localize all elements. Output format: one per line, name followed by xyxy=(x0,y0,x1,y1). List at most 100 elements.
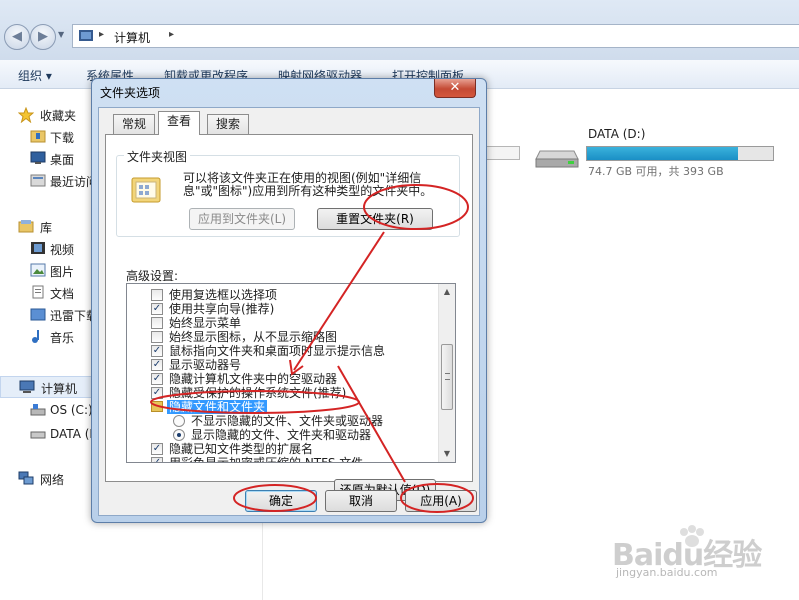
advanced-setting-label: 用彩色显示加密或压缩的 NTFS 文件 xyxy=(169,456,364,463)
back-button[interactable]: ◀ xyxy=(4,24,30,50)
nav-favorites[interactable]: 收藏夹 xyxy=(0,104,96,126)
address-bar[interactable]: ▸ 计算机 ▸ xyxy=(72,24,799,48)
advanced-setting-label: 始终显示菜单 xyxy=(169,316,242,330)
drive-c-capacity-bar xyxy=(486,146,520,160)
checkbox-unchecked[interactable] xyxy=(151,331,163,343)
nav-label: 网络 xyxy=(40,473,65,487)
nav-thunder-downloads[interactable]: 迅雷下载 xyxy=(0,304,98,326)
nav-label: 桌面 xyxy=(50,153,75,167)
library-icon xyxy=(18,219,34,233)
watermark-url: jingyan.baidu.com xyxy=(616,566,718,579)
nav-label: 文档 xyxy=(50,287,75,301)
checkbox-checked[interactable]: ✓ xyxy=(151,303,163,315)
documents-icon xyxy=(30,285,46,299)
apply-button[interactable]: 应用(A) xyxy=(405,490,477,512)
checkbox-checked[interactable]: ✓ xyxy=(151,359,163,371)
advanced-setting-radio[interactable]: 显示隐藏的文件、文件夹和驱动器 xyxy=(127,428,439,442)
advanced-setting-label: 隐藏受保护的操作系统文件(推荐) xyxy=(169,386,347,400)
system-drive-icon xyxy=(30,403,46,417)
nav-drive-d[interactable]: DATA (D:) xyxy=(0,424,107,446)
advanced-settings-label: 高级设置: xyxy=(126,269,179,283)
drive-label[interactable]: DATA (D:) xyxy=(588,127,645,141)
apply-to-folders-button[interactable]: 应用到文件夹(L) xyxy=(189,208,295,230)
radio-selected[interactable] xyxy=(173,429,185,441)
download-folder-icon xyxy=(30,129,46,143)
chevron-right-icon[interactable]: ▸ xyxy=(169,29,174,40)
forward-button[interactable]: ▶ xyxy=(30,24,56,50)
chevron-right-icon[interactable]: ▸ xyxy=(99,29,104,40)
checkbox-unchecked[interactable] xyxy=(151,317,163,329)
advanced-setting-checkbox[interactable]: ✓ 隐藏已知文件类型的扩展名 xyxy=(127,442,439,456)
advanced-setting-radio[interactable]: 不显示隐藏的文件、文件夹或驱动器 xyxy=(127,414,439,428)
advanced-setting-checkbox[interactable]: 始终显示菜单 xyxy=(127,316,439,330)
scroll-up-icon[interactable]: ▲ xyxy=(439,284,455,300)
folder-view-icon xyxy=(131,174,161,204)
hard-drive-icon[interactable] xyxy=(534,143,580,169)
divider xyxy=(262,520,263,600)
tab-view[interactable]: 查看 xyxy=(158,111,201,135)
star-icon xyxy=(17,106,35,124)
nav-music[interactable]: 音乐 xyxy=(0,326,96,348)
advanced-setting-checkbox[interactable]: ✓ 使用共享向导(推荐) xyxy=(127,302,439,316)
scroll-down-icon[interactable]: ▼ xyxy=(439,446,455,462)
nav-label: OS (C:) xyxy=(50,403,93,417)
checkbox-checked[interactable]: ✓ xyxy=(151,387,163,399)
advanced-setting-label: 不显示隐藏的文件、文件夹或驱动器 xyxy=(191,414,384,428)
checkbox-checked[interactable]: ✓ xyxy=(151,443,163,455)
cancel-button[interactable]: 取消 xyxy=(325,490,397,512)
desktop-icon xyxy=(30,151,46,165)
close-button[interactable]: ✕ xyxy=(434,79,476,98)
advanced-setting-label: 隐藏已知文件类型的扩展名 xyxy=(169,442,314,456)
organize-menu[interactable]: 组织 ▾ xyxy=(18,67,52,84)
hard-drive-icon xyxy=(30,427,46,441)
nav-label: 下载 xyxy=(50,131,75,145)
advanced-setting-checkbox[interactable]: ✓ 用彩色显示加密或压缩的 NTFS 文件 xyxy=(127,456,439,463)
advanced-setting-checkbox[interactable]: ✓ 隐藏计算机文件夹中的空驱动器 xyxy=(127,372,439,386)
history-dropdown-icon[interactable]: ▼ xyxy=(58,30,64,39)
nav-computer[interactable]: 计算机 xyxy=(0,376,96,398)
nav-pictures[interactable]: 图片 xyxy=(0,260,96,282)
tab-search[interactable]: 搜索 xyxy=(207,114,250,134)
advanced-setting-label: 始终显示图标，从不显示缩略图 xyxy=(169,330,338,344)
nav-recent[interactable]: 最近访问 xyxy=(0,170,98,192)
folder-view-description: 可以将该文件夹正在使用的视图(例如"详细信息"或"图标")应用到所有这种类型的文… xyxy=(183,171,433,198)
nav-videos[interactable]: 视频 xyxy=(0,238,96,260)
breadcrumb[interactable]: 计算机 xyxy=(114,29,150,46)
nav-label: 图片 xyxy=(50,265,75,279)
advanced-setting-label: 隐藏计算机文件夹中的空驱动器 xyxy=(169,372,338,386)
reset-folders-button[interactable]: 重置文件夹(R) xyxy=(317,208,433,230)
scrollbar-thumb[interactable] xyxy=(441,344,453,410)
advanced-setting-checkbox[interactable]: 始终显示图标，从不显示缩略图 xyxy=(127,330,439,344)
nav-label: 音乐 xyxy=(50,331,75,345)
checkbox-checked[interactable]: ✓ xyxy=(151,345,163,357)
advanced-setting-label: 显示隐藏的文件、文件夹和驱动器 xyxy=(191,428,372,442)
checkbox-checked[interactable]: ✓ xyxy=(151,457,163,462)
advanced-settings-list[interactable]: 使用复选框以选择项 ✓ 使用共享向导(推荐) 始终显示菜单 始终显示图标，从不显示缩略图… xyxy=(126,283,456,463)
radio-unselected[interactable] xyxy=(173,415,185,427)
pictures-icon xyxy=(30,263,46,277)
folder-icon xyxy=(151,401,163,412)
advanced-setting-checkbox[interactable]: 使用复选框以选择项 xyxy=(127,288,439,302)
scrollbar[interactable]: ▲ ▼ xyxy=(438,284,455,462)
folder-view-caption: 文件夹视图 xyxy=(124,148,191,165)
nav-network[interactable]: 网络 xyxy=(0,468,96,490)
nav-desktop[interactable]: 桌面 xyxy=(0,148,96,170)
advanced-setting-checkbox[interactable]: ✓ 隐藏受保护的操作系统文件(推荐) xyxy=(127,386,439,400)
nav-drive-c[interactable]: OS (C:) xyxy=(0,400,96,422)
drive-capacity-fill xyxy=(587,147,738,160)
advanced-setting-checkbox[interactable]: ✓ 鼠标指向文件夹和桌面项时显示提示信息 xyxy=(127,344,439,358)
tab-general[interactable]: 常规 xyxy=(113,114,156,134)
nav-documents[interactable]: 文档 xyxy=(0,282,96,304)
ok-button[interactable]: 确定 xyxy=(245,490,317,512)
dialog-body: 常规 查看 搜索 可以将该文件夹正在使用的视图(例如"详细信息"或"图标")应用… xyxy=(98,107,480,516)
checkbox-unchecked[interactable] xyxy=(151,289,163,301)
nav-label: 视频 xyxy=(50,243,75,257)
nav-downloads[interactable]: 下载 xyxy=(0,126,96,148)
music-icon xyxy=(30,329,46,343)
folder-view-group: 可以将该文件夹正在使用的视图(例如"详细信息"或"图标")应用到所有这种类型的文… xyxy=(116,155,460,237)
nav-libraries[interactable]: 库 xyxy=(0,216,96,238)
advanced-setting-checkbox[interactable]: ✓ 显示驱动器号 xyxy=(127,358,439,372)
computer-icon xyxy=(19,380,35,394)
advanced-setting-label: 隐藏文件和文件夹 xyxy=(167,400,268,414)
checkbox-checked[interactable]: ✓ xyxy=(151,373,163,385)
